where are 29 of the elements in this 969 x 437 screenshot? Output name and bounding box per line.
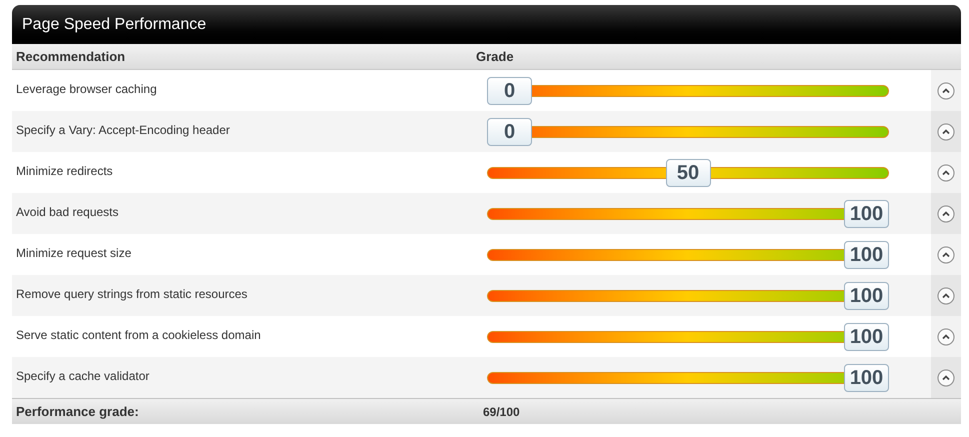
- collapse-icon[interactable]: [937, 286, 955, 304]
- grade-thumb[interactable]: 0: [487, 118, 532, 146]
- recommendation-text: Specify a Vary: Accept-Encoding header: [16, 123, 230, 137]
- panel-title: Page Speed Performance: [22, 14, 206, 34]
- performance-grade: 69/100: [483, 404, 520, 420]
- grade-thumb[interactable]: 100: [844, 282, 889, 310]
- recommendation-text: Leverage browser caching: [16, 82, 157, 96]
- grade-thumb[interactable]: 100: [844, 322, 889, 350]
- collapse-icon[interactable]: [937, 204, 955, 222]
- recommendation-text: Minimize redirects: [16, 164, 113, 178]
- collapse-icon[interactable]: [937, 246, 955, 264]
- column-header: Recommendation: [15, 48, 126, 66]
- footer-label: Performance grade:: [15, 402, 140, 421]
- collapse-icon[interactable]: [937, 122, 955, 140]
- grade-thumb[interactable]: 50: [666, 158, 710, 186]
- grade-thumb[interactable]: 100: [844, 364, 889, 392]
- collapse-icon[interactable]: [937, 82, 955, 100]
- recommendation-text: Avoid bad requests: [16, 205, 119, 219]
- recommendation-text: Serve static content from a cookieless domain: [16, 328, 261, 342]
- recommendation-text: Remove query strings from static resources: [16, 287, 248, 301]
- recommendation-text: Minimize request size: [16, 246, 132, 260]
- grade-thumb[interactable]: 100: [844, 240, 889, 268]
- recommendation-text: Specify a cache validator: [16, 369, 150, 383]
- grade-thumb[interactable]: 0: [487, 76, 532, 104]
- column-header: Grade: [476, 48, 514, 66]
- collapse-icon[interactable]: [937, 164, 955, 182]
- collapse-icon[interactable]: [937, 368, 955, 386]
- grade-thumb[interactable]: 100: [844, 200, 889, 228]
- collapse-icon[interactable]: [937, 328, 955, 346]
